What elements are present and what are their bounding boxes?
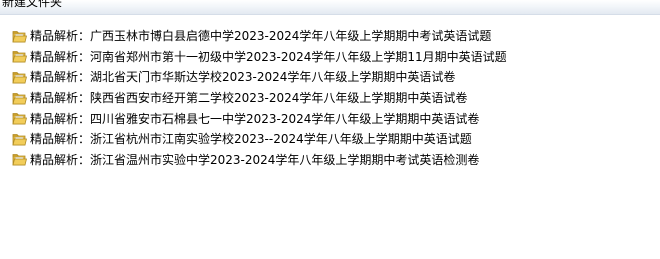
file-item[interactable]: 精品解析：湖北省天门市华斯达学校2023-2024学年八年级上学期期中英语试卷: [12, 67, 652, 88]
file-name: 精品解析：广西玉林市博白县启德中学2023-2024学年八年级上学期期中考试英语…: [30, 29, 492, 44]
file-item[interactable]: 精品解析：广西玉林市博白县启德中学2023-2024学年八年级上学期期中考试英语…: [12, 26, 652, 47]
file-name: 精品解析：河南省郑州市第十一初级中学2023-2024学年八年级上学期11月期中…: [30, 49, 507, 64]
file-name: 精品解析：陕西省西安市经开第二学校2023-2024学年八年级上学期期中英语试卷: [30, 91, 468, 106]
folder-icon: [12, 133, 27, 146]
file-item[interactable]: 精品解析：四川省雅安市石棉县七一中学2023-2024学年八年级上学期期中英语试…: [12, 108, 652, 129]
folder-icon: [12, 51, 27, 63]
folder-icon: [12, 30, 27, 43]
folder-title: 新建文件夹: [2, 0, 63, 9]
folder-icon: [12, 154, 27, 166]
file-name: 精品解析：浙江省杭州市江南实验学校2023--2024学年八年级上学期期中英语试…: [30, 132, 472, 147]
file-list: 精品解析：广西玉林市博白县启德中学2023-2024学年八年级上学期期中考试英语…: [12, 26, 652, 170]
file-item[interactable]: 精品解析：陕西省西安市经开第二学校2023-2024学年八年级上学期期中英语试卷: [12, 88, 652, 109]
file-name: 精品解析：湖北省天门市华斯达学校2023-2024学年八年级上学期期中英语试卷: [30, 70, 456, 85]
folder-title-bar: 新建文件夹: [0, 0, 660, 15]
folder-icon: [12, 113, 27, 125]
file-item[interactable]: 精品解析：浙江省杭州市江南实验学校2023--2024学年八年级上学期期中英语试…: [12, 129, 652, 150]
folder-icon: [12, 72, 27, 84]
file-name: 精品解析：浙江省温州市实验中学2023-2024学年八年级上学期期中考试英语检测…: [30, 152, 480, 167]
folder-icon: [12, 92, 27, 104]
file-name: 精品解析：四川省雅安市石棉县七一中学2023-2024学年八年级上学期期中英语试…: [30, 111, 480, 126]
file-item[interactable]: 精品解析：浙江省温州市实验中学2023-2024学年八年级上学期期中考试英语检测…: [12, 150, 652, 171]
file-item[interactable]: 精品解析：河南省郑州市第十一初级中学2023-2024学年八年级上学期11月期中…: [12, 47, 652, 68]
